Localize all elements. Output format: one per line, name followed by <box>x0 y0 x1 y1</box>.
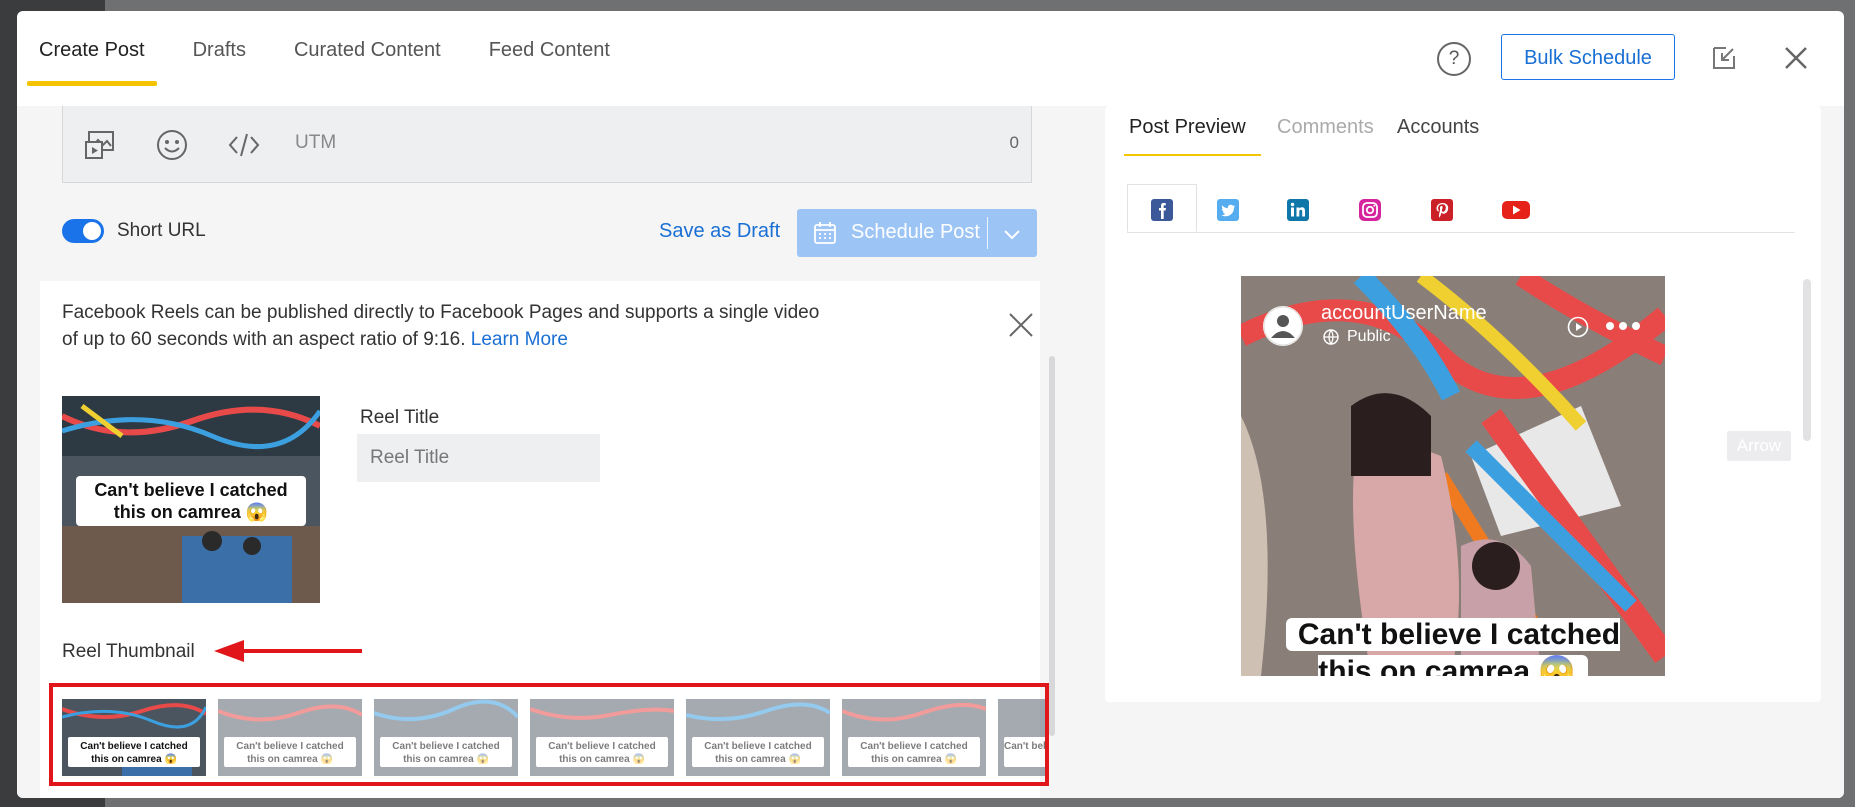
reel-caption-line-1: Can't believe I catched <box>94 480 287 500</box>
thumbnail-option[interactable]: Can't believe I catched this on camrea 😱 <box>62 699 206 776</box>
svg-text:this on camrea 😱: this on camrea 😱 <box>715 753 801 765</box>
more-options-icon[interactable] <box>1605 320 1641 332</box>
chevron-down-icon[interactable] <box>1001 223 1023 245</box>
bulk-schedule-button[interactable]: Bulk Schedule <box>1501 34 1675 80</box>
short-url-toggle[interactable] <box>62 219 104 243</box>
post-preview-card: Post Preview Comments Accounts accountUs… <box>1105 106 1821 702</box>
tab-post-preview[interactable]: Post Preview <box>1129 116 1246 146</box>
close-icon[interactable] <box>1783 45 1809 71</box>
thumbnail-option[interactable]: Can't believe I catched this on camrea 😱 <box>530 699 674 776</box>
reel-thumbnail-strip: Can't believe I catched this on camrea 😱… <box>49 683 1049 786</box>
reel-video-thumbnail: Can't believe I catched this on camrea 😱 <box>62 396 320 603</box>
annotation-arrow-icon <box>214 640 362 662</box>
user-icon <box>1263 306 1303 346</box>
pinterest-icon[interactable] <box>1431 199 1453 221</box>
reel-title-label: Reel Title <box>360 407 440 428</box>
schedule-post-label: Schedule Post <box>851 221 980 243</box>
tab-underline <box>1124 154 1261 156</box>
code-icon[interactable] <box>227 128 261 162</box>
compose-panel: UTM 0 Short URL Save as Draft Schedule P… <box>17 106 1057 798</box>
svg-text:Can't believe I catched: Can't believe I catched <box>548 741 655 752</box>
tab-feed-content[interactable]: Feed Content <box>477 11 622 89</box>
reel-caption-line-2: this on camrea 😱 <box>114 502 268 523</box>
utm-button[interactable]: UTM <box>295 132 336 154</box>
preview-caption-text: Can't believe I catched this on camrea 😱 <box>1285 618 1621 676</box>
svg-text:Can't believe I catched: Can't believe I catched <box>236 741 343 752</box>
create-post-modal: Create Post Drafts Curated Content Feed … <box>17 11 1844 798</box>
facebook-reels-card: Facebook Reels can be published directly… <box>40 281 1049 798</box>
schedule-post-button[interactable]: Schedule Post <box>797 209 1037 257</box>
svg-text:Can't believe I catched: Can't believe I catched <box>392 741 499 752</box>
button-divider <box>987 217 988 249</box>
globe-icon <box>1323 329 1339 345</box>
tab-accounts[interactable]: Accounts <box>1397 116 1479 146</box>
svg-text:this on camrea 😱: this on camrea 😱 <box>403 753 489 765</box>
svg-text:this on camrea 😱: this on camrea 😱 <box>247 753 333 765</box>
compose-scrollbar[interactable] <box>1049 356 1055 736</box>
learn-more-link[interactable]: Learn More <box>471 329 568 350</box>
thumbnail-option[interactable]: Can't believe I catched this on camrea 😱 <box>686 699 830 776</box>
editor-toolbar: UTM 0 <box>62 106 1032 183</box>
reel-preview: accountUserName Public Can't believe I c… <box>1241 276 1665 676</box>
reels-info-text: Facebook Reels can be published directly… <box>62 299 832 353</box>
svg-text:Can't believe I catched: Can't believe I catched <box>1004 741 1049 752</box>
tab-drafts[interactable]: Drafts <box>181 11 258 89</box>
thumbnail-option[interactable]: Can't believe I catched this on camrea 😱 <box>842 699 986 776</box>
reel-thumbnail-label: Reel Thumbnail <box>62 641 195 662</box>
minimize-icon[interactable] <box>1711 45 1737 71</box>
svg-text:Can't believe I catched: Can't believe I catched <box>704 741 811 752</box>
thumbnail-option[interactable]: Can't believe I catched this on camrea 😱 <box>218 699 362 776</box>
close-icon[interactable] <box>1008 312 1034 338</box>
linkedin-icon[interactable] <box>1287 199 1309 221</box>
tab-comments[interactable]: Comments <box>1277 116 1374 146</box>
visibility-label: Public <box>1347 328 1391 345</box>
youtube-icon[interactable] <box>1502 199 1530 221</box>
tab-create-post[interactable]: Create Post <box>27 11 157 89</box>
account-name: accountUserName <box>1321 302 1487 324</box>
calendar-icon <box>814 222 836 244</box>
svg-text:this on camrea 😱: this on camrea 😱 <box>91 753 177 765</box>
tab-curated-content[interactable]: Curated Content <box>282 11 453 89</box>
twitter-icon[interactable] <box>1217 199 1239 221</box>
preview-scrollbar[interactable] <box>1803 279 1811 441</box>
thumbnail-option[interactable]: Can't believe I catched <box>998 699 1049 776</box>
header-tabs: Create Post Drafts Curated Content Feed … <box>27 11 658 89</box>
svg-text:this on camrea 😱: this on camrea 😱 <box>871 753 957 765</box>
facebook-icon[interactable] <box>1151 199 1173 221</box>
svg-text:Can't believe I catched: Can't believe I catched <box>80 741 187 752</box>
social-network-tabs <box>1127 184 1795 233</box>
character-count: 0 <box>1009 133 1019 152</box>
play-icon[interactable] <box>1567 316 1589 338</box>
svg-text:this on camrea 😱: this on camrea 😱 <box>559 753 645 765</box>
reel-title-input[interactable] <box>357 434 600 482</box>
help-icon[interactable]: ? <box>1437 42 1471 76</box>
reels-info-message: Facebook Reels can be published directly… <box>62 302 820 350</box>
ghost-label: Arrow <box>1727 431 1791 461</box>
svg-text:Can't believe I catched: Can't believe I catched <box>860 741 967 752</box>
avatar <box>1263 306 1303 346</box>
media-icon[interactable] <box>83 128 117 162</box>
thumbnail-option[interactable]: Can't believe I catched this on camrea 😱 <box>374 699 518 776</box>
emoji-icon[interactable] <box>155 128 189 162</box>
save-as-draft-button[interactable]: Save as Draft <box>659 220 780 243</box>
instagram-icon[interactable] <box>1359 199 1381 221</box>
short-url-label: Short URL <box>117 220 206 241</box>
preview-caption: Can't believe I catched this on camrea 😱 <box>1266 616 1640 676</box>
